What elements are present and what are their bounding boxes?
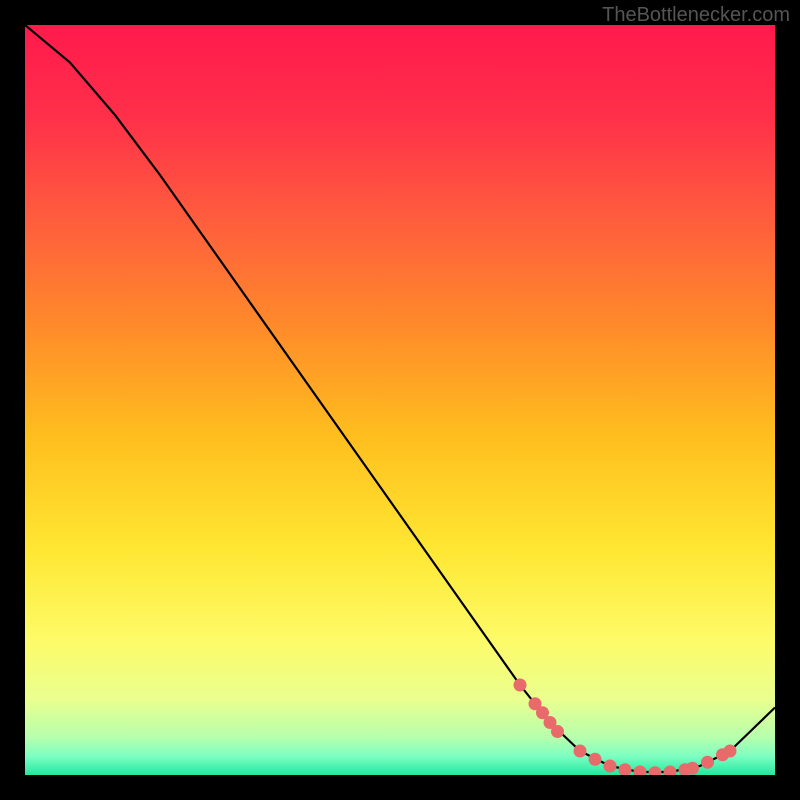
highlight-point bbox=[514, 679, 527, 692]
highlight-point bbox=[701, 756, 714, 769]
gradient-background bbox=[25, 25, 775, 775]
highlight-point bbox=[589, 753, 602, 766]
highlight-point bbox=[724, 745, 737, 758]
highlight-point bbox=[686, 762, 699, 775]
chart-svg bbox=[25, 25, 775, 775]
highlight-point bbox=[604, 760, 617, 773]
plot-area bbox=[25, 25, 775, 775]
chart-container: TheBottlenecker.com bbox=[0, 0, 800, 800]
watermark-text: TheBottlenecker.com bbox=[602, 4, 790, 27]
highlight-point bbox=[574, 745, 587, 758]
highlight-point bbox=[551, 725, 564, 738]
